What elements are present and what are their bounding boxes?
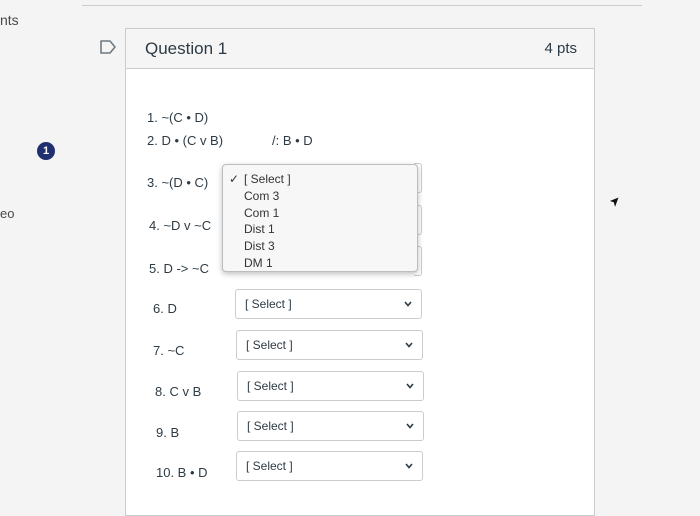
step-8-select-value: [ Select ] <box>247 379 294 393</box>
step-10-select[interactable]: [ Select ] <box>236 451 423 481</box>
dropdown-option-dist-1[interactable]: Dist 1 <box>223 221 417 238</box>
step-5-label: 5. D -> ~C <box>149 261 209 276</box>
chevron-down-icon <box>405 463 413 469</box>
mouse-pointer-icon <box>608 196 620 209</box>
edge-text-video: eo <box>0 206 15 221</box>
step-8-select[interactable]: [ Select ] <box>237 371 424 401</box>
step-6-select[interactable]: [ Select ] <box>235 289 422 319</box>
step-3-label: 3. ~(D • C) <box>147 175 209 190</box>
dropdown-option-com-3[interactable]: Com 3 <box>223 188 417 205</box>
premise-1: 1. ~(C • D) <box>147 110 209 125</box>
dropdown-option-dist-3[interactable]: Dist 3 <box>223 238 417 255</box>
step-10-select-value: [ Select ] <box>246 459 293 473</box>
step-9-select[interactable]: [ Select ] <box>237 411 424 441</box>
chevron-down-icon <box>406 423 414 429</box>
premise-2: 2. D • (C v B) <box>147 133 224 148</box>
step-9-label: 9. B <box>156 425 180 440</box>
step-8-label: 8. C v B <box>155 384 202 399</box>
step-6-label: 6. D <box>153 301 177 316</box>
question-points: 4 pts <box>544 40 577 57</box>
dropdown-option-com-1[interactable]: Com 1 <box>223 205 417 222</box>
question-header: Question 1 4 pts <box>126 29 594 69</box>
step-7-select[interactable]: [ Select ] <box>236 330 423 360</box>
step-6-select-value: [ Select ] <box>245 297 292 311</box>
edge-text-points: nts <box>0 12 19 28</box>
conclusion: /: B • D <box>272 133 313 148</box>
step-10-label: 10. B • D <box>156 465 208 480</box>
chevron-down-icon <box>405 342 413 348</box>
chevron-down-icon <box>404 301 412 307</box>
flag-question-icon[interactable] <box>99 38 117 56</box>
step-7-select-value: [ Select ] <box>246 338 293 352</box>
dropdown-option-dm-1[interactable]: DM 1 <box>223 255 417 272</box>
step-7-label: 7. ~C <box>153 343 185 358</box>
top-divider <box>82 5 642 6</box>
question-title: Question 1 <box>145 38 228 58</box>
chevron-down-icon <box>406 383 414 389</box>
dropdown-option-select[interactable]: ✓[ Select ] <box>223 171 417 188</box>
step-4-label: 4. ~D v ~C <box>149 218 212 233</box>
checkmark-icon: ✓ <box>229 172 240 186</box>
step-3-dropdown-menu: ✓[ Select ] Com 3 Com 1 Dist 1 Dist 3 DM… <box>222 164 418 272</box>
step-9-select-value: [ Select ] <box>247 419 294 433</box>
question-number-badge[interactable]: 1 <box>37 142 55 160</box>
